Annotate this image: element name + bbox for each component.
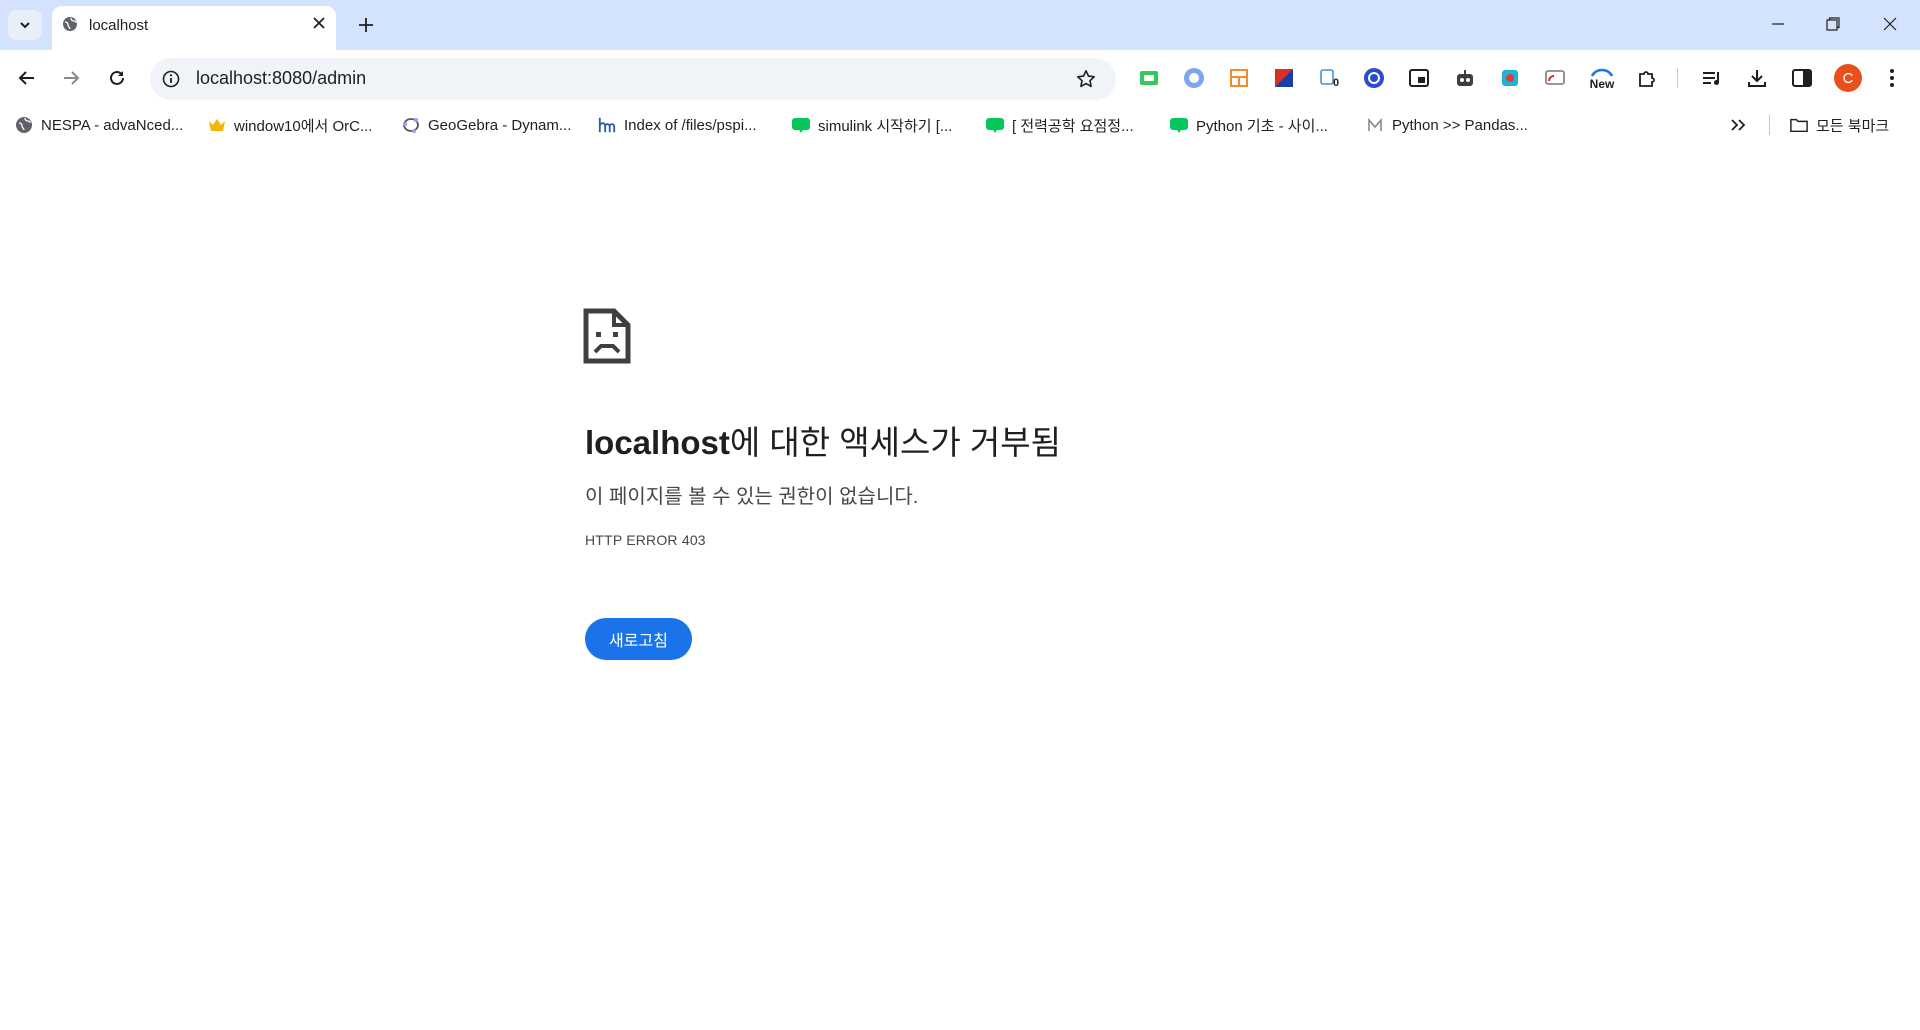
extension-layout-icon[interactable] — [1226, 65, 1252, 91]
robot-icon[interactable] — [1452, 65, 1478, 91]
bookmark-item[interactable]: GeoGebra - Dynam... — [402, 114, 571, 136]
reload-icon — [110, 70, 124, 85]
reload-page-button[interactable]: 새로고침 — [585, 618, 692, 660]
extension-cyan-icon[interactable] — [1497, 65, 1523, 91]
extension-blue-circle-icon[interactable] — [1361, 65, 1387, 91]
extension-count-badge: 0 — [1333, 77, 1340, 89]
blog-icon — [986, 116, 1004, 134]
close-window-button[interactable] — [1870, 8, 1910, 40]
bookmark-item[interactable]: NESPA - advaNced... — [15, 114, 183, 136]
address-url[interactable]: localhost:8080/admin — [196, 68, 366, 89]
bookmark-item[interactable]: simulink 시작하기 [... — [792, 114, 952, 136]
tab-search-button[interactable] — [8, 10, 42, 40]
tab-title: localhost — [89, 17, 149, 34]
reload-button[interactable] — [101, 62, 133, 94]
globe-icon — [15, 116, 33, 134]
arrow-left-icon — [18, 71, 34, 85]
bookmark-label: GeoGebra - Dynam... — [428, 116, 572, 134]
minimize-button[interactable] — [1758, 8, 1798, 40]
bookmark-label: Index of /files/pspi... — [624, 116, 757, 134]
extension-new-icon[interactable]: New — [1586, 65, 1618, 91]
bookmark-star-icon[interactable] — [1074, 67, 1098, 91]
m-icon — [1366, 116, 1384, 134]
download-icon[interactable] — [1744, 65, 1770, 91]
bookmark-label: [ 전력공학 요점정... — [1012, 117, 1134, 135]
crown-icon — [208, 116, 226, 134]
cast-icon[interactable] — [1542, 65, 1568, 91]
bookmarks-divider — [1769, 115, 1770, 135]
media-control-icon[interactable] — [1699, 65, 1725, 91]
forward-button[interactable] — [55, 62, 87, 94]
page-title-text: 에 대한 액세스가 거부됨 — [729, 424, 1061, 461]
bookmarks-overflow-button[interactable] — [1730, 114, 1746, 136]
restore-button[interactable] — [1813, 8, 1853, 40]
blog-icon — [792, 116, 810, 134]
new-tab-button[interactable] — [355, 14, 377, 36]
double-chevron-right-icon — [1731, 119, 1746, 131]
bookmark-item[interactable]: [ 전력공학 요점정... — [986, 114, 1134, 136]
sad-page-icon — [583, 308, 631, 364]
page-title: localhost에 대한 액세스가 거부됨 — [585, 416, 1061, 464]
folder-icon — [1790, 116, 1808, 134]
minimize-icon — [1772, 23, 1784, 25]
bookmark-item[interactable]: Python >> Pandas... — [1366, 114, 1528, 136]
bookmark-label: Python >> Pandas... — [1392, 116, 1528, 134]
extension-circle-icon[interactable] — [1181, 65, 1207, 91]
hm-icon — [598, 116, 616, 134]
extension-red-blue-icon[interactable] — [1271, 65, 1297, 91]
all-bookmarks-label: 모든 북마크 — [1816, 117, 1890, 135]
arrow-right-icon — [64, 71, 80, 85]
close-icon — [313, 17, 325, 29]
profile-avatar[interactable]: C — [1834, 64, 1862, 92]
bookmark-label: window10에서 OrC... — [234, 117, 373, 135]
geogebra-icon — [402, 116, 420, 134]
profile-initial: C — [1842, 69, 1854, 87]
plus-icon — [359, 18, 373, 32]
page-title-host: localhost — [585, 424, 730, 461]
globe-icon — [62, 16, 78, 32]
bookmark-item[interactable]: window10에서 OrC... — [208, 114, 372, 136]
bookmark-label: Python 기초 - 사이... — [1196, 117, 1328, 135]
new-badge: New — [1589, 77, 1615, 91]
bookmark-label: NESPA - advaNced... — [41, 116, 184, 134]
all-bookmarks-button[interactable]: 모든 북마크 — [1790, 114, 1889, 136]
extension-green-icon[interactable] — [1136, 65, 1162, 91]
error-code: HTTP ERROR 403 — [585, 532, 706, 548]
bookmark-item[interactable]: Index of /files/pspi... — [598, 114, 757, 136]
tab-close-button[interactable] — [310, 14, 328, 32]
error-subtitle: 이 페이지를 볼 수 있는 권한이 없습니다. — [585, 486, 919, 508]
extensions-puzzle-icon[interactable] — [1634, 65, 1660, 91]
bookmark-item[interactable]: Python 기초 - 사이... — [1170, 114, 1328, 136]
picture-in-picture-icon[interactable] — [1406, 65, 1432, 91]
restore-icon — [1826, 17, 1840, 31]
extension-counter-icon[interactable]: 0 — [1316, 65, 1342, 91]
chevron-down-icon — [20, 22, 30, 29]
side-panel-icon[interactable] — [1789, 65, 1815, 91]
menu-kebab-icon[interactable] — [1879, 65, 1905, 91]
site-info-icon[interactable] — [161, 69, 181, 89]
back-button[interactable] — [11, 62, 43, 94]
blog-icon — [1170, 116, 1188, 134]
bookmark-label: simulink 시작하기 [... — [818, 117, 953, 135]
close-icon — [1883, 17, 1897, 31]
toolbar-divider — [1677, 68, 1678, 88]
